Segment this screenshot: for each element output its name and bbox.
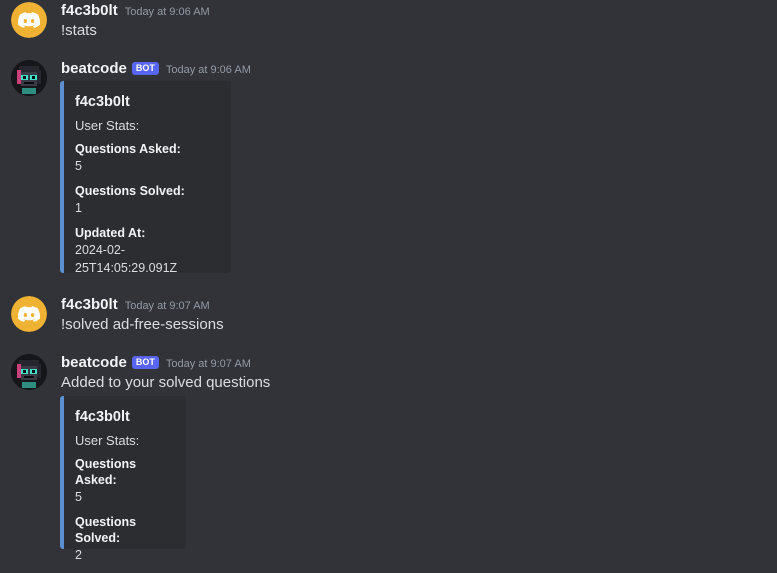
field-name: Questions Asked: (75, 457, 137, 487)
embed-field: Questions Solved: 1 (75, 183, 217, 217)
bot-tag-badge: BOT (131, 356, 159, 369)
timestamp[interactable]: Today at 9:06 AM (166, 64, 251, 76)
stats-embed: f4c3b0lt User Stats: Questions Asked: 5 … (60, 396, 186, 562)
bot-tag-badge: BOT (131, 62, 159, 75)
username[interactable]: beatcode (61, 60, 127, 77)
embed-title: f4c3b0lt (75, 409, 130, 425)
embed-field: Questions Asked: 5 (75, 456, 172, 506)
field-value: 5 (75, 159, 82, 173)
user-avatar[interactable] (11, 296, 47, 332)
bot-avatar[interactable] (11, 60, 47, 96)
pixel-character-icon (11, 354, 47, 390)
message-header: beatcode BOT Today at 9:07 AM (61, 354, 251, 371)
embed-field: Questions Solved: 2 (75, 514, 172, 564)
embed-title: f4c3b0lt (75, 94, 130, 110)
username[interactable]: beatcode (61, 354, 127, 371)
message-header: f4c3b0lt Today at 9:07 AM (61, 296, 210, 313)
message-text: !stats (61, 22, 97, 39)
timestamp[interactable]: Today at 9:07 AM (166, 358, 251, 370)
chat-message-list: f4c3b0lt Today at 9:06 AM !stats beatcod… (0, 0, 777, 573)
message-header: beatcode BOT Today at 9:06 AM (61, 60, 251, 77)
embed-description: User Stats: (75, 118, 140, 133)
field-value: 1 (75, 201, 82, 215)
embed-field: Updated At: 2024-02-25T14:05:29.091Z (75, 225, 217, 277)
field-name: Questions Asked: (75, 142, 181, 156)
embed-description: User Stats: (75, 433, 140, 448)
field-name: Updated At: (75, 226, 146, 240)
stats-embed: f4c3b0lt User Stats: Questions Asked: 5 … (60, 81, 231, 275)
message-text: Added to your solved questions (61, 374, 271, 391)
discord-logo-icon (11, 2, 47, 38)
field-name: Questions Solved: (75, 184, 185, 198)
timestamp[interactable]: Today at 9:06 AM (125, 6, 210, 18)
pixel-character-icon (11, 60, 47, 96)
user-avatar[interactable] (11, 2, 47, 38)
field-value: 2 (75, 548, 82, 562)
timestamp[interactable]: Today at 9:07 AM (125, 300, 210, 312)
field-value: 2024-02-25T14:05:29.091Z (75, 243, 178, 275)
username[interactable]: f4c3b0lt (61, 296, 118, 313)
message-header: f4c3b0lt Today at 9:06 AM (61, 2, 210, 19)
discord-logo-icon (11, 296, 47, 332)
embed-field: Questions Asked: 5 (75, 141, 217, 175)
field-name: Questions Solved: (75, 515, 137, 545)
field-value: 5 (75, 490, 82, 504)
username[interactable]: f4c3b0lt (61, 2, 118, 19)
message-text: !solved ad-free-sessions (61, 316, 224, 333)
bot-avatar[interactable] (11, 354, 47, 390)
